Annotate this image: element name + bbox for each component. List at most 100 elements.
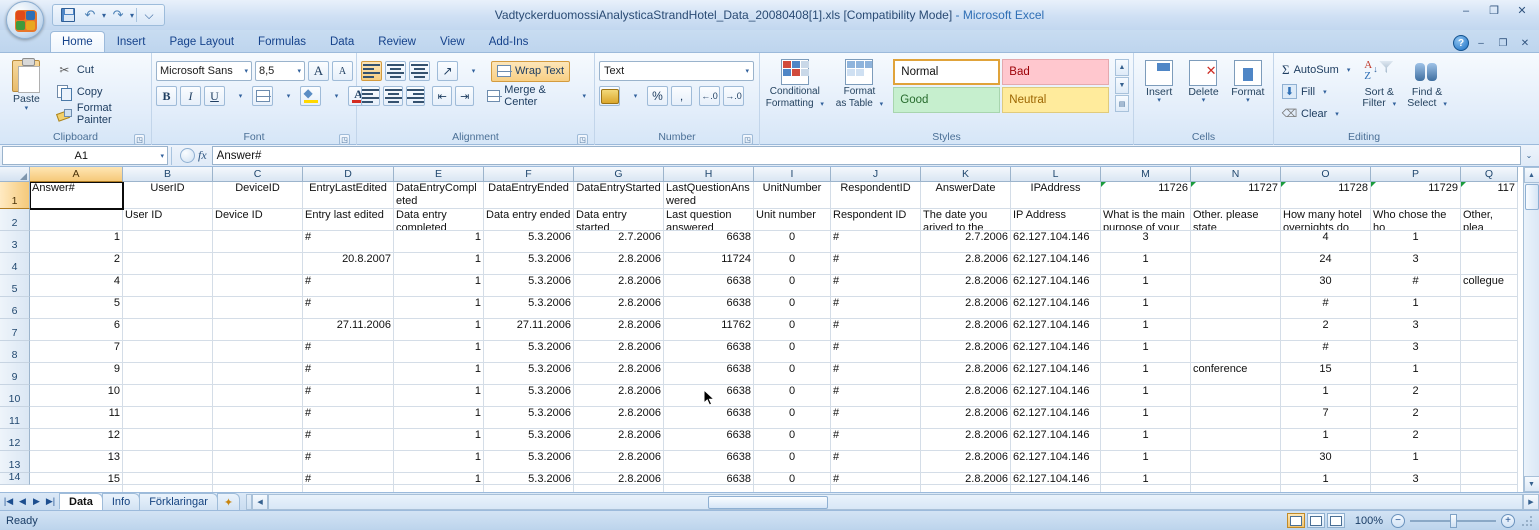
cell-H13[interactable]: 6638 [664,451,754,473]
cell-H9[interactable]: 6638 [664,363,754,385]
bold-button[interactable]: B [156,86,177,106]
cell-Q9[interactable] [1461,363,1518,385]
cell-N1[interactable]: 11727 [1191,182,1281,209]
cell-I10[interactable]: 0 [754,385,831,407]
increase-decimal-button[interactable]: ←.0 [699,86,720,106]
sheet-tab-data[interactable]: Data [59,493,103,510]
cell-G7[interactable]: 2.8.2006 [574,319,664,341]
column-header-O[interactable]: O [1281,167,1371,182]
decrease-decimal-button[interactable]: →.0 [723,86,744,106]
last-sheet-button[interactable]: ▶| [45,496,56,507]
find-select-button[interactable]: Find & Select ▾ [1404,59,1450,110]
cell-M8[interactable]: 1 [1101,341,1191,363]
cell-B14[interactable] [123,485,213,492]
insert-worksheet-button[interactable]: ✦ [216,493,241,510]
cell-J14[interactable] [831,485,921,492]
expand-formula-bar-button[interactable]: ⌄ [1521,146,1537,165]
cell-B4[interactable] [123,253,213,275]
cell-J4[interactable]: # [831,253,921,275]
cell-B13[interactable] [123,451,213,473]
cell-H4[interactable]: 11724 [664,253,754,275]
align-middle-button[interactable] [385,61,406,81]
insert-cells-button[interactable]: Insert ▾ [1138,60,1180,104]
sheet-tab-forklaringar[interactable]: Förklaringar [139,493,218,510]
cell-K6[interactable]: 2.8.2006 [921,297,1011,319]
column-header-G[interactable]: G [574,167,664,182]
row-header-13[interactable]: 13 [0,451,30,473]
cell-N8[interactable] [1191,341,1281,363]
cell-D14[interactable] [303,485,394,492]
cell-F13[interactable]: 5.3.2006 [484,451,574,473]
cell-Q14[interactable] [1461,473,1518,485]
font-size-combo[interactable]: 8,5 ▾ [255,61,305,81]
comma-style-button[interactable]: , [671,86,692,106]
paste-dropdown-icon[interactable]: ▾ [25,105,29,112]
styles-scroll-down-button[interactable]: ▼ [1115,77,1129,94]
cell-H12[interactable]: 6638 [664,429,754,451]
cell-Q3[interactable] [1461,231,1518,253]
cell-B14[interactable] [123,473,213,485]
cell-H3[interactable]: 6638 [664,231,754,253]
cell-K11[interactable]: 2.8.2006 [921,407,1011,429]
cell-O9[interactable]: 15 [1281,363,1371,385]
font-name-combo[interactable]: Microsoft Sans ▾ [156,61,252,81]
format-cells-button[interactable]: Format ▾ [1227,60,1269,104]
cell-K10[interactable]: 2.8.2006 [921,385,1011,407]
cell-P14[interactable]: 3 [1371,473,1461,485]
column-header-B[interactable]: B [123,167,213,182]
cell-L5[interactable]: 62.127.104.146 [1011,275,1101,297]
cell-A9[interactable]: 9 [30,363,123,385]
cell-H10[interactable]: 6638 [664,385,754,407]
font-dialog-launcher[interactable]: ◳ [339,134,350,145]
cell-O1[interactable]: 11728 [1281,182,1371,209]
cell-J13[interactable]: # [831,451,921,473]
hscroll-right-button[interactable]: ▶ [1523,493,1539,510]
autosum-dropdown-icon[interactable]: ▾ [1343,66,1351,74]
cell-E4[interactable]: 1 [394,253,484,275]
cell-N11[interactable] [1191,407,1281,429]
merge-dropdown-icon[interactable]: ▾ [579,92,587,100]
cell-B3[interactable] [123,231,213,253]
cell-D14[interactable]: # [303,473,394,485]
cell-C9[interactable] [213,363,303,385]
italic-button[interactable]: I [180,86,201,106]
cell-N14[interactable] [1191,485,1281,492]
cell-H14[interactable]: 6638 [664,473,754,485]
cell-A7[interactable]: 6 [30,319,123,341]
row-header-7[interactable]: 7 [0,319,30,341]
cell-style-neutral[interactable]: Neutral [1002,87,1110,113]
row-header-9[interactable]: 9 [0,363,30,385]
fill-button[interactable]: ⬇ Fill ▾ [1278,81,1354,102]
cell-style-normal[interactable]: Normal [893,59,1001,85]
row-header-2[interactable]: 2 [0,209,30,231]
cell-F8[interactable]: 5.3.2006 [484,341,574,363]
cell-Q10[interactable] [1461,385,1518,407]
cell-N12[interactable] [1191,429,1281,451]
cell-G9[interactable]: 2.8.2006 [574,363,664,385]
cell-H7[interactable]: 11762 [664,319,754,341]
zoom-level[interactable]: 100% [1353,515,1391,527]
collapse-dialog-icon[interactable] [180,148,195,163]
cell-G14[interactable] [574,485,664,492]
delete-cells-button[interactable]: ✕ Delete ▾ [1182,60,1224,104]
grow-font-button[interactable]: A [308,61,329,81]
cell-J10[interactable]: # [831,385,921,407]
vertical-scroll-thumb[interactable] [1524,184,1539,210]
undo-button[interactable]: ↶ [80,6,100,24]
cell-E14[interactable] [394,485,484,492]
cell-A12[interactable]: 12 [30,429,123,451]
column-header-L[interactable]: L [1011,167,1101,182]
cell-P7[interactable]: 3 [1371,319,1461,341]
cell-G13[interactable]: 2.8.2006 [574,451,664,473]
help-icon[interactable]: ? [1453,35,1469,51]
cell-B6[interactable] [123,297,213,319]
cell-F10[interactable]: 5.3.2006 [484,385,574,407]
cell-C13[interactable] [213,451,303,473]
cell-C7[interactable] [213,319,303,341]
cell-O14[interactable] [1281,485,1371,492]
cell-C4[interactable] [213,253,303,275]
cell-O11[interactable]: 7 [1281,407,1371,429]
cell-N7[interactable] [1191,319,1281,341]
row-header-6[interactable]: 6 [0,297,30,319]
percent-style-button[interactable]: % [647,86,668,106]
